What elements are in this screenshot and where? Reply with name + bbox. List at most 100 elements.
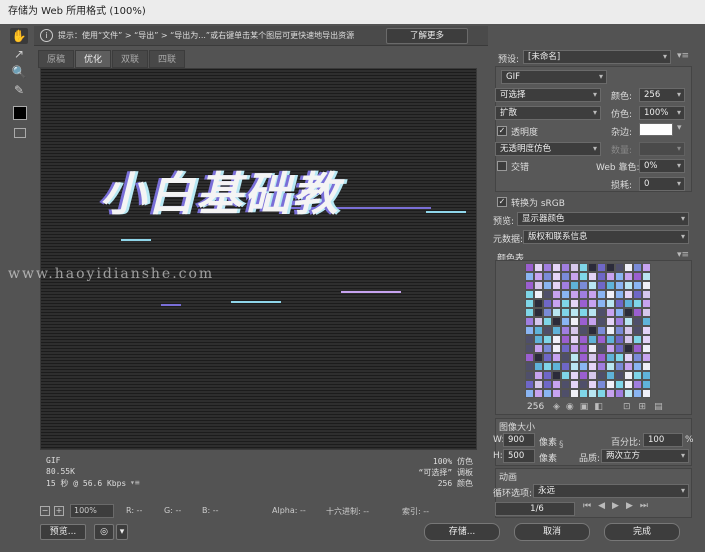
color-swatch[interactable] <box>606 344 615 353</box>
color-swatch[interactable] <box>588 308 597 317</box>
color-swatch[interactable] <box>597 290 606 299</box>
color-swatch[interactable] <box>579 380 588 389</box>
color-swatch[interactable] <box>588 344 597 353</box>
color-swatch[interactable] <box>597 317 606 326</box>
color-swatch[interactable] <box>633 299 642 308</box>
color-swatch[interactable] <box>552 353 561 362</box>
zoom-level-select[interactable]: 100% <box>70 504 114 518</box>
color-swatch[interactable] <box>543 281 552 290</box>
color-swatch[interactable] <box>606 362 615 371</box>
color-swatch[interactable] <box>552 308 561 317</box>
color-swatch[interactable] <box>606 335 615 344</box>
zoom-out-icon[interactable]: − <box>40 506 50 516</box>
tab-4-up[interactable]: 四联 <box>149 50 185 68</box>
color-swatch[interactable] <box>552 281 561 290</box>
color-swatch[interactable] <box>633 308 642 317</box>
color-swatch[interactable] <box>606 326 615 335</box>
color-swatch[interactable] <box>534 308 543 317</box>
color-swatch[interactable] <box>534 326 543 335</box>
color-swatch[interactable] <box>624 344 633 353</box>
color-swatch[interactable] <box>561 317 570 326</box>
color-swatch[interactable] <box>642 308 651 317</box>
color-swatch[interactable] <box>624 299 633 308</box>
color-swatch[interactable] <box>552 290 561 299</box>
color-swatch[interactable] <box>525 290 534 299</box>
color-swatch[interactable] <box>606 290 615 299</box>
transparency-checkbox[interactable]: ✓ <box>497 126 507 136</box>
color-swatch[interactable] <box>642 380 651 389</box>
color-swatch[interactable] <box>597 362 606 371</box>
color-swatch[interactable] <box>552 326 561 335</box>
quality-select[interactable]: 两次立方 <box>601 449 689 463</box>
dither-algorithm-select[interactable]: 扩散 <box>495 106 601 120</box>
color-swatch[interactable] <box>633 389 642 398</box>
color-swatch[interactable] <box>570 389 579 398</box>
color-swatch[interactable] <box>633 281 642 290</box>
color-swatch[interactable] <box>561 290 570 299</box>
color-swatch[interactable] <box>525 308 534 317</box>
color-swatch[interactable] <box>579 353 588 362</box>
preset-menu-icon[interactable]: ▾≡ <box>677 51 689 61</box>
color-swatch[interactable] <box>606 353 615 362</box>
color-swatch[interactable] <box>615 371 624 380</box>
format-select[interactable]: GIF <box>501 70 607 84</box>
color-swatch[interactable] <box>570 371 579 380</box>
color-swatch[interactable] <box>570 317 579 326</box>
color-swatch[interactable] <box>543 371 552 380</box>
color-swatch[interactable] <box>534 344 543 353</box>
color-swatch[interactable] <box>597 281 606 290</box>
color-swatch[interactable] <box>615 353 624 362</box>
color-swatch[interactable] <box>579 362 588 371</box>
color-swatch[interactable] <box>525 344 534 353</box>
done-button[interactable]: 完成 <box>604 523 680 541</box>
tab-2-up[interactable]: 双联 <box>112 50 148 68</box>
color-swatch[interactable] <box>534 371 543 380</box>
color-table-grid[interactable] <box>525 263 651 398</box>
color-swatch[interactable] <box>570 335 579 344</box>
cancel-button[interactable]: 取消 <box>514 523 590 541</box>
save-button[interactable]: 存储... <box>424 523 500 541</box>
color-swatch[interactable] <box>588 317 597 326</box>
color-swatch[interactable] <box>552 362 561 371</box>
color-swatch[interactable] <box>615 308 624 317</box>
color-swatch[interactable] <box>534 389 543 398</box>
width-input[interactable]: 900 <box>503 433 535 447</box>
color-swatch[interactable] <box>606 317 615 326</box>
link-icon[interactable]: § <box>559 440 564 450</box>
color-swatch[interactable] <box>615 344 624 353</box>
color-swatch[interactable] <box>588 380 597 389</box>
color-swatch[interactable] <box>561 308 570 317</box>
color-swatch[interactable] <box>570 281 579 290</box>
color-swatch[interactable] <box>606 299 615 308</box>
color-swatch[interactable] <box>624 308 633 317</box>
color-swatch[interactable] <box>633 380 642 389</box>
convert-srgb-checkbox[interactable]: ✓ <box>497 197 507 207</box>
slice-select-tool-icon[interactable]: ↗ <box>10 46 28 62</box>
color-swatch[interactable] <box>642 335 651 344</box>
download-speed-menu-icon[interactable]: ▾≡ <box>130 478 140 487</box>
color-swatch[interactable] <box>606 389 615 398</box>
preview-in-browser-button[interactable]: 预览... <box>40 524 86 540</box>
color-swatch[interactable] <box>534 362 543 371</box>
color-swatch[interactable] <box>633 371 642 380</box>
color-swatch[interactable] <box>642 299 651 308</box>
color-swatch[interactable] <box>561 299 570 308</box>
color-swatch[interactable] <box>525 371 534 380</box>
color-swatch[interactable] <box>588 389 597 398</box>
color-swatch[interactable] <box>561 344 570 353</box>
color-swatch[interactable] <box>642 371 651 380</box>
color-swatch[interactable] <box>570 344 579 353</box>
tab-original[interactable]: 原稿 <box>38 50 74 68</box>
loop-select[interactable]: 永远 <box>533 484 689 498</box>
color-swatch[interactable] <box>543 380 552 389</box>
colors-input[interactable]: 256 <box>639 88 685 102</box>
color-swatch[interactable] <box>543 308 552 317</box>
color-swatch[interactable] <box>534 299 543 308</box>
browser-globe-icon[interactable]: ◎ <box>94 524 114 540</box>
color-swatch[interactable] <box>561 353 570 362</box>
color-swatch[interactable] <box>579 335 588 344</box>
color-swatch[interactable] <box>624 380 633 389</box>
tab-optimized[interactable]: 优化 <box>75 50 111 68</box>
color-swatch[interactable] <box>597 371 606 380</box>
image-preview[interactable] <box>40 68 477 450</box>
